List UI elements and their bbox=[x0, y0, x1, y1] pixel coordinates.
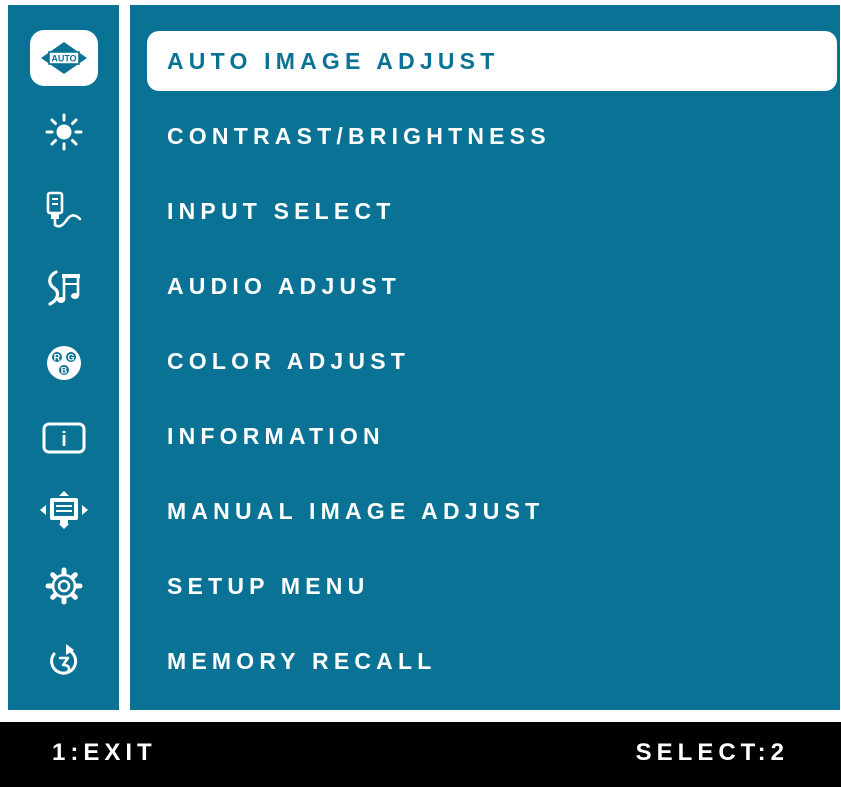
menu-item-manual-image-adjust[interactable]: MANUAL IMAGE ADJUST bbox=[147, 481, 837, 541]
memory-recall-icon bbox=[50, 644, 78, 675]
menu-item-input-select[interactable]: INPUT SELECT bbox=[147, 181, 837, 241]
input-select-icon bbox=[46, 191, 82, 228]
color-letter-r: R bbox=[54, 353, 61, 363]
icon-column: AUTO R G B i bbox=[8, 5, 119, 710]
button-hint-bar: 1:EXIT SELECT:2 bbox=[0, 722, 841, 787]
main-menu-panel: AUTO IMAGE ADJUST CONTRAST/BRIGHTNESS IN… bbox=[130, 5, 840, 710]
icon-slot-color-adjust[interactable]: R G B bbox=[30, 335, 98, 391]
menu-item-memory-recall[interactable]: MEMORY RECALL bbox=[147, 631, 837, 691]
icon-slot-memory-recall[interactable] bbox=[30, 633, 98, 689]
icon-slot-setup-menu[interactable] bbox=[30, 558, 98, 614]
icon-slot-auto-image-adjust[interactable]: AUTO bbox=[30, 30, 98, 86]
icon-slot-audio-adjust[interactable] bbox=[30, 260, 98, 316]
color-rgb-icon: R G B bbox=[47, 346, 81, 380]
menu-item-information[interactable]: INFORMATION bbox=[147, 406, 837, 466]
manual-image-icon bbox=[40, 491, 88, 529]
menu-item-auto-image-adjust[interactable]: AUTO IMAGE ADJUST bbox=[147, 31, 837, 91]
icon-slot-information[interactable]: i bbox=[30, 410, 98, 466]
icon-slot-input-select[interactable] bbox=[30, 182, 98, 238]
information-icon: i bbox=[42, 422, 86, 454]
exit-hint: 1:EXIT bbox=[52, 739, 157, 766]
menu-item-setup-menu[interactable]: SETUP MENU bbox=[147, 556, 837, 616]
icon-slot-contrast-brightness[interactable] bbox=[30, 104, 98, 160]
osd-menu: AUTO R G B i AUTO IMAGE ADJUST CONTRAST/… bbox=[0, 0, 841, 787]
information-icon-letter: i bbox=[61, 429, 67, 451]
setup-gear-icon bbox=[45, 567, 83, 605]
auto-adjust-icon: AUTO bbox=[41, 42, 87, 74]
menu-item-audio-adjust[interactable]: AUDIO ADJUST bbox=[147, 256, 837, 316]
color-letter-b: B bbox=[61, 366, 68, 376]
menu-item-contrast-brightness[interactable]: CONTRAST/BRIGHTNESS bbox=[147, 106, 837, 166]
select-hint: SELECT:2 bbox=[635, 739, 789, 766]
auto-icon-label: AUTO bbox=[51, 54, 76, 64]
audio-icon bbox=[48, 270, 80, 306]
brightness-icon bbox=[45, 113, 83, 151]
icon-slot-manual-image-adjust[interactable] bbox=[30, 482, 98, 538]
menu-item-color-adjust[interactable]: COLOR ADJUST bbox=[147, 331, 837, 391]
color-letter-g: G bbox=[67, 353, 74, 363]
